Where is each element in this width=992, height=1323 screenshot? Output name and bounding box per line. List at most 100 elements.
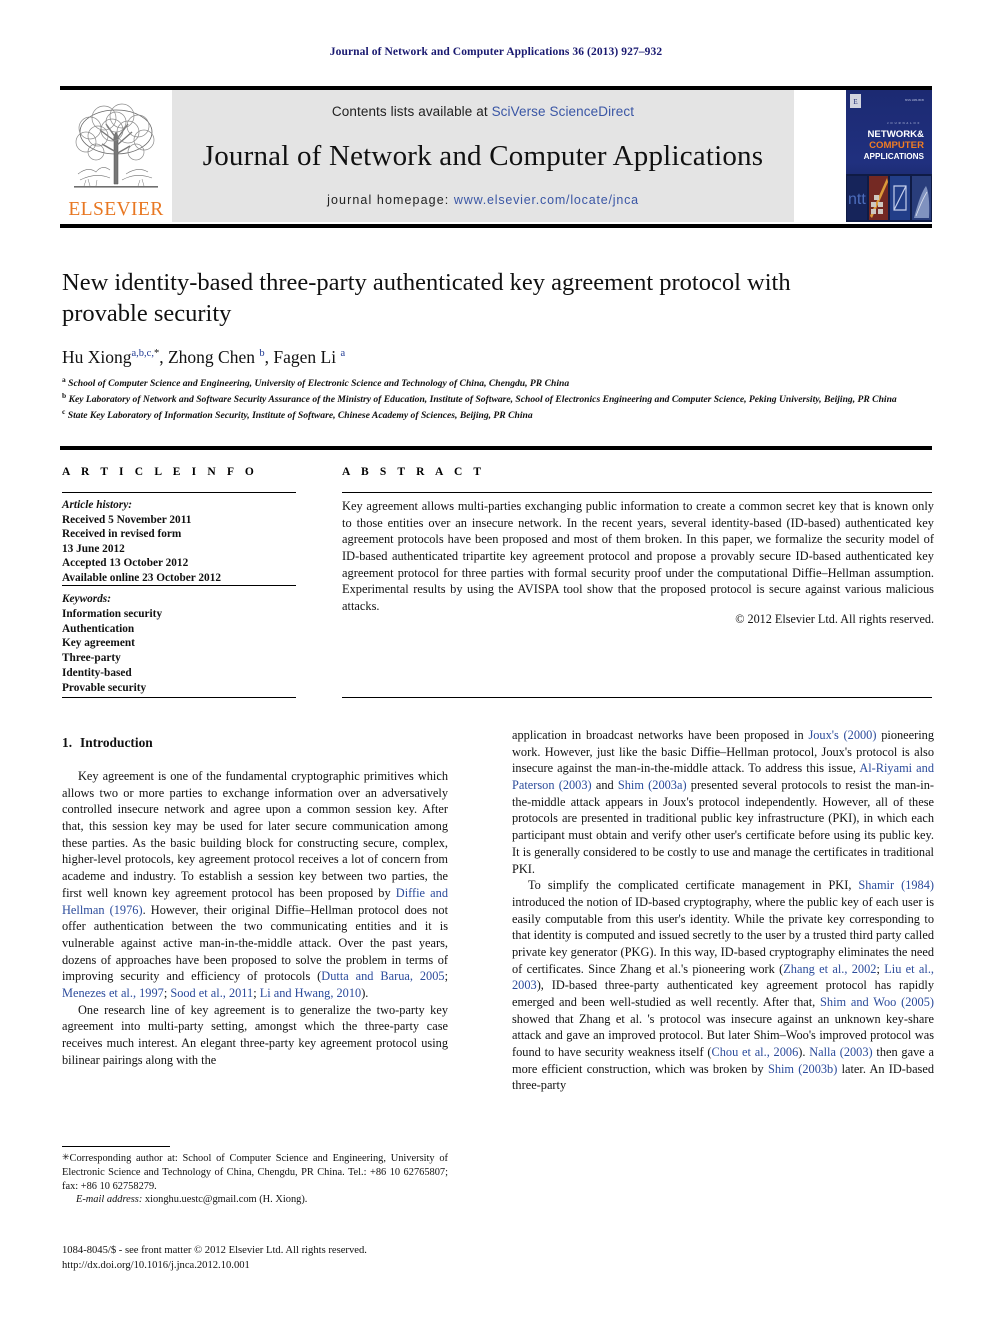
body-column-right: application in broadcast networks have b… [512, 727, 934, 1094]
article-history-item: Available online 23 October 2012 [62, 571, 221, 584]
abstract-rule-top [342, 492, 932, 494]
abstract-copyright: © 2012 Elsevier Ltd. All rights reserved… [735, 612, 934, 626]
affiliation-item: a School of Computer Science and Enginee… [62, 375, 934, 391]
article-info-rule-top [62, 492, 296, 494]
affiliation-mark: c [62, 407, 66, 417]
article-info-rule-mid [62, 585, 296, 587]
text-run: One research line of key agreement is to… [62, 1002, 448, 1067]
abstract-text: Key agreement allows multi-parties excha… [342, 499, 934, 614]
sciencedirect-link[interactable]: SciVerse ScienceDirect [492, 104, 635, 119]
citation-link[interactable]: Shim (2003b) [768, 1062, 837, 1076]
abstract-heading: A B S T R A C T [342, 466, 486, 478]
contents-available-line: Contents lists available at SciVerse Sci… [332, 104, 634, 119]
citation-link[interactable]: Nalla (2003) [809, 1045, 872, 1059]
citation-link[interactable]: Shim (2003a) [618, 778, 687, 792]
email-label: E-mail address: [76, 1194, 143, 1206]
corresponding-author-marker: * [153, 348, 160, 360]
svg-text:NETWORK&: NETWORK& [868, 129, 925, 140]
email-address[interactable]: xionghu.uestc@gmail.com (H. Xiong). [145, 1194, 308, 1205]
contents-prefix: Contents lists available at [331, 104, 492, 119]
affiliation-text: Key Laboratory of Network and Software S… [68, 394, 897, 406]
footnote-block: ✳Corresponding author at: School of Comp… [62, 1152, 448, 1207]
keyword-item: Authentication [62, 622, 135, 635]
paragraph: To simplify the complicated certificate … [512, 877, 934, 1094]
affiliation-item: c State Key Laboratory of Information Se… [62, 407, 934, 423]
journal-title: Journal of Network and Computer Applicat… [202, 139, 764, 172]
keyword-item: Key agreement [62, 637, 135, 650]
text-run: ). [798, 1045, 810, 1060]
body-column-left: Key agreement is one of the fundamental … [62, 768, 448, 1068]
section-title: Introduction [80, 735, 153, 750]
paragraph: Key agreement is one of the fundamental … [62, 768, 448, 1002]
author-name: Hu Xiong [62, 347, 132, 367]
text-run: ). [361, 985, 369, 1000]
affiliation-list: a School of Computer Science and Enginee… [62, 375, 934, 424]
elsevier-tree-icon [74, 103, 158, 188]
text-run: presented several protocols to resist th… [512, 778, 935, 876]
journal-homepage-link[interactable]: www.elsevier.com/locate/jnca [454, 193, 639, 207]
footnote-rule [62, 1146, 170, 1148]
article-history-item: Accepted 13 October 2012 [62, 557, 189, 570]
doi-line[interactable]: http://dx.doi.org/10.1016/j.jnca.2012.10… [62, 1258, 482, 1273]
citation-link[interactable]: Shamir (1984) [858, 878, 934, 892]
citation-link[interactable]: Sood et al., 2011 [170, 986, 253, 1000]
citation-link[interactable]: Shim and Woo (2005) [820, 995, 934, 1009]
running-head: Journal of Network and Computer Applicat… [329, 46, 663, 58]
text-run: and [591, 778, 618, 793]
corresponding-author-text: Corresponding author at: School of Compu… [62, 1153, 448, 1192]
citation-link[interactable]: Zhang et al., 2002 [783, 962, 876, 976]
citation-link[interactable]: Chou et al., 2006 [712, 1045, 799, 1059]
article-history-label: Article history: [62, 499, 132, 511]
text-run: ; [444, 969, 448, 984]
citation-link[interactable]: Li and Hwang, 2010 [260, 986, 361, 1000]
author-list: Hu Xionga,b,c,*, Zhong Chen b, Fagen Li … [62, 347, 346, 367]
keyword-list: Keywords: Information security Authentic… [62, 592, 300, 696]
journal-homepage-line: journal homepage: www.elsevier.com/locat… [327, 193, 639, 207]
article-history: Article history: Received 5 November 201… [62, 498, 300, 585]
svg-text:ISSN 1084-8045: ISSN 1084-8045 [905, 98, 925, 102]
abstract-band-rule [60, 446, 932, 450]
citation-link[interactable]: Menezes et al., 1997 [62, 986, 164, 1000]
section-number: 1. [62, 735, 73, 750]
text-run: To simplify the complicated certificate … [528, 878, 859, 893]
text-run: application in broadcast networks have b… [512, 728, 809, 742]
homepage-prefix: journal homepage: [327, 193, 454, 207]
article-history-item: Received in revised form [62, 528, 182, 541]
elsevier-wordmark: ELSEVIER [68, 198, 164, 220]
masthead-band: Contents lists available at SciVerse Sci… [172, 90, 794, 222]
issn-copyright-line: 1084-8045/$ - see front matter © 2012 El… [62, 1245, 367, 1256]
keyword-item: Information security [62, 607, 163, 620]
svg-text:ntt: ntt [848, 191, 866, 208]
page-title: New identity-based three-party authentic… [62, 269, 791, 327]
svg-text:COMPUTER: COMPUTER [869, 140, 924, 151]
author-name: Zhong Chen [167, 347, 255, 367]
author-affil-marks: a [340, 348, 346, 360]
elsevier-logo: ELSEVIER [60, 90, 172, 222]
author-name: Fagen Li [273, 347, 337, 367]
article-history-item: 13 June 2012 [62, 542, 125, 555]
keywords-label: Keywords: [62, 593, 111, 605]
affiliation-text: State Key Laboratory of Information Secu… [67, 410, 533, 422]
journal-cover-art: E ISSN 1084-8045 J O U R N A L O F NETWO… [846, 90, 932, 222]
keyword-item: Provable security [62, 681, 147, 694]
section-heading: 1. Introduction [62, 735, 153, 751]
affiliation-item: b Key Laboratory of Network and Software… [62, 391, 934, 407]
corresponding-author-note: ✳Corresponding author at: School of Comp… [62, 1152, 448, 1193]
asterisk-icon: ✳ [62, 1152, 70, 1162]
article-info-rule-bottom [62, 697, 296, 699]
email-note: E-mail address: xionghu.uestc@gmail.com … [62, 1193, 448, 1207]
affiliation-mark: a [62, 375, 66, 384]
svg-text:APPLICATIONS: APPLICATIONS [864, 152, 925, 161]
citation-link[interactable]: Joux's (2000) [808, 728, 876, 742]
citation-link[interactable]: Dutta and Barua, 2005 [321, 969, 444, 983]
masthead-rule-bottom [60, 224, 932, 228]
author-affil-marks: a,b,c, [131, 348, 154, 360]
svg-text:J O U R N A L O F: J O U R N A L O F [887, 121, 920, 125]
affiliation-text: School of Computer Science and Engineeri… [68, 378, 570, 390]
masthead: ELSEVIER Contents lists available at Sci… [60, 90, 932, 222]
keyword-item: Identity-based [62, 666, 132, 679]
page-footer: 1084-8045/$ - see front matter © 2012 El… [62, 1243, 482, 1273]
journal-article-page: Journal of Network and Computer Applicat… [0, 0, 992, 1323]
article-history-item: Received 5 November 2011 [62, 513, 192, 526]
paragraph: application in broadcast networks have b… [512, 727, 934, 877]
